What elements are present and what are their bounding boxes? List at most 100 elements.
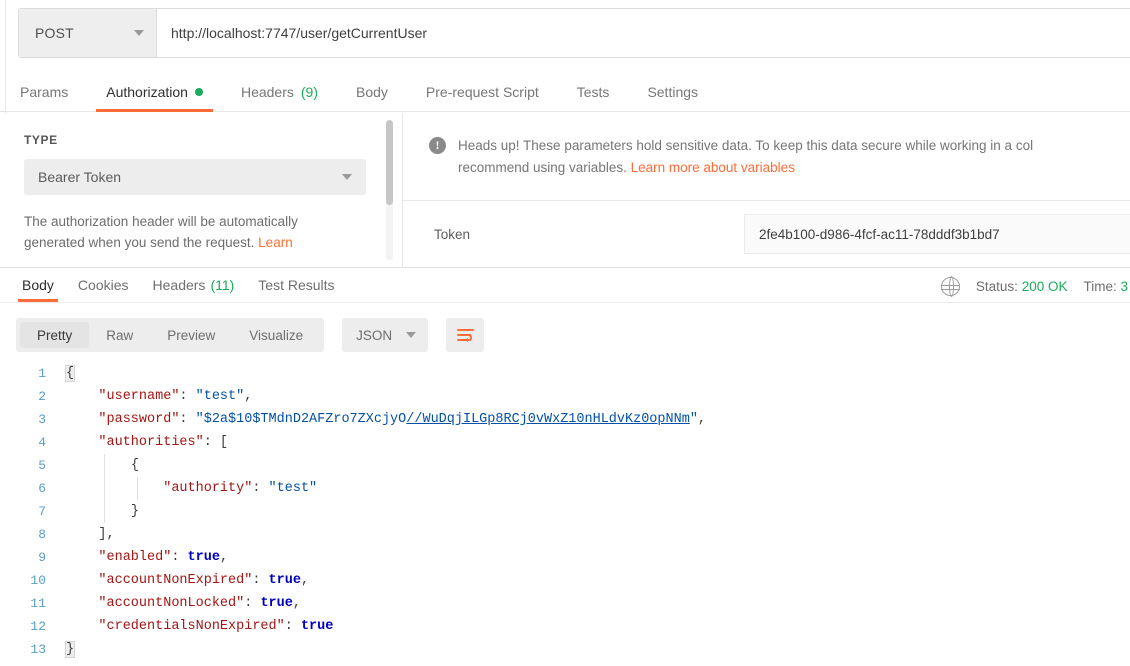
- line-number: 11: [30, 596, 46, 611]
- sensitive-data-warning-banner: ! Heads up! These parameters hold sensit…: [403, 113, 1130, 201]
- tab-settings[interactable]: Settings: [647, 72, 698, 112]
- line-number: 13: [30, 642, 46, 657]
- code-line-content: "accountNonLocked": true,: [98, 596, 301, 611]
- code-line: 1{: [0, 362, 1130, 385]
- request-tab-bar: Params Authorization Headers (9) Body Pr…: [0, 72, 1130, 112]
- view-mode-pretty[interactable]: Pretty: [20, 322, 90, 348]
- tab-authorization[interactable]: Authorization: [96, 72, 213, 112]
- indent-guide: [137, 477, 138, 500]
- wrap-text-button[interactable]: [446, 318, 485, 352]
- auth-type-select[interactable]: Bearer Token: [24, 159, 366, 195]
- auth-pane-scrollbar[interactable]: [386, 120, 393, 260]
- seg-label: Raw: [106, 327, 134, 343]
- code-line-content: "credentialsNonExpired": true: [98, 619, 334, 634]
- tab-pre-request-script[interactable]: Pre-request Script: [426, 72, 539, 112]
- auth-type-value: Bearer Token: [38, 169, 122, 185]
- response-tab-test-results[interactable]: Test Results: [246, 268, 346, 302]
- line-number: 12: [30, 619, 46, 634]
- line-number: 2: [38, 389, 46, 404]
- tab-label: Tests: [576, 84, 610, 100]
- postman-request-response-view: POST http://localhost:7747/user/getCurre…: [0, 0, 1130, 666]
- auth-help-text: The authorization header will be automat…: [24, 211, 359, 253]
- language-value: JSON: [356, 327, 393, 343]
- http-method-value: POST: [35, 25, 74, 41]
- auth-help-link[interactable]: Learn: [258, 235, 293, 250]
- response-view-mode-group: Pretty Raw Preview Visualize: [16, 318, 325, 352]
- time-value: 3: [1120, 278, 1128, 294]
- chevron-down-icon: [406, 332, 417, 338]
- tab-params[interactable]: Params: [20, 72, 68, 112]
- line-number: 10: [30, 573, 46, 588]
- line-number: 6: [38, 481, 46, 496]
- tab-tests[interactable]: Tests: [577, 72, 610, 112]
- response-status-summary: Status: 200 OK Time: 3: [940, 270, 1130, 302]
- wrap-text-icon: [456, 329, 474, 343]
- chevron-down-icon: [342, 174, 352, 180]
- status-badge: Status: 200 OK: [976, 279, 1068, 294]
- code-line-content: "username": "test",: [98, 389, 253, 404]
- code-line-content: {: [64, 365, 76, 382]
- request-url-bar: POST http://localhost:7747/user/getCurre…: [18, 8, 1130, 58]
- response-tab-body[interactable]: Body: [10, 268, 66, 302]
- authorization-detail-pane: ! Heads up! These parameters hold sensit…: [403, 113, 1130, 268]
- code-line-content: {: [130, 458, 139, 473]
- tab-label: Cookies: [77, 277, 129, 293]
- tab-label: Body: [22, 277, 54, 293]
- response-language-select[interactable]: JSON: [342, 318, 429, 352]
- indent-guide: [104, 454, 105, 523]
- tab-body[interactable]: Body: [356, 72, 388, 112]
- line-number: 4: [38, 435, 46, 450]
- code-line: 7 }: [0, 500, 1130, 523]
- line-number: 1: [38, 366, 46, 381]
- code-line: 11 "accountNonLocked": true,: [0, 592, 1130, 615]
- tab-label: Authorization: [106, 84, 188, 100]
- http-method-select[interactable]: POST: [19, 9, 157, 57]
- token-input[interactable]: 2fe4b100-d986-4fcf-ac11-78dddf3b1bd7: [744, 214, 1130, 254]
- view-mode-raw[interactable]: Raw: [89, 322, 150, 348]
- code-line-content: }: [130, 504, 139, 519]
- tab-label: Pre-request Script: [425, 84, 539, 100]
- code-line: 5 {: [0, 454, 1130, 477]
- code-line-content: "password": "$2a$10$TMdnD2AFZro7ZXcjyO//…: [98, 412, 707, 427]
- chevron-down-icon: [134, 30, 144, 36]
- auth-type-label: TYPE: [24, 133, 58, 147]
- auth-help-body: The authorization header will be automat…: [24, 214, 298, 250]
- code-line: 10 "accountNonExpired": true,: [0, 569, 1130, 592]
- time-badge: Time: 3: [1083, 279, 1128, 294]
- tab-label: Settings: [647, 84, 699, 100]
- response-headers-count: (11): [210, 277, 235, 293]
- tab-headers-count: (9): [300, 84, 318, 100]
- code-line: 2 "username": "test",: [0, 385, 1130, 408]
- code-line: 12 "credentialsNonExpired": true: [0, 615, 1130, 638]
- tab-label: Headers: [152, 277, 206, 293]
- warning-line-2: recommend using variables.: [458, 160, 631, 175]
- tab-label: Body: [356, 84, 388, 100]
- response-tab-cookies[interactable]: Cookies: [66, 268, 141, 302]
- code-line: 6 "authority": "test": [0, 477, 1130, 500]
- globe-icon[interactable]: [940, 276, 960, 298]
- response-format-toolbar: Pretty Raw Preview Visualize JSON: [0, 310, 1130, 360]
- status-value: 200 OK: [1021, 278, 1068, 294]
- tab-label: Params: [20, 84, 69, 100]
- line-number: 7: [38, 504, 46, 519]
- code-line: 9 "enabled": true,: [0, 546, 1130, 569]
- learn-more-variables-link[interactable]: Learn more about variables: [631, 160, 795, 175]
- line-number: 8: [38, 527, 46, 542]
- time-label: Time:: [1083, 278, 1117, 294]
- auth-pane-scrollbar-thumb[interactable]: [386, 120, 393, 205]
- code-line-content: "authorities": [: [98, 435, 229, 450]
- response-body-code-viewer[interactable]: 1{2 "username": "test", 3 "password": "$2…: [0, 362, 1130, 666]
- code-line-content: }: [64, 641, 76, 658]
- view-mode-preview[interactable]: Preview: [150, 322, 232, 348]
- code-line: 8 ],: [0, 523, 1130, 546]
- response-tab-headers[interactable]: Headers (11): [141, 268, 247, 302]
- tab-label: Test Results: [258, 277, 335, 293]
- seg-label: Preview: [167, 327, 216, 343]
- view-mode-visualize[interactable]: Visualize: [232, 322, 320, 348]
- request-url-input[interactable]: http://localhost:7747/user/getCurrentUse…: [157, 9, 1130, 57]
- seg-label: Pretty: [37, 327, 73, 343]
- authorization-type-pane: TYPE Bearer Token The authorization head…: [0, 113, 390, 268]
- alert-circle-icon: !: [429, 137, 446, 154]
- token-label: Token: [434, 226, 471, 242]
- tab-headers[interactable]: Headers (9): [241, 72, 318, 112]
